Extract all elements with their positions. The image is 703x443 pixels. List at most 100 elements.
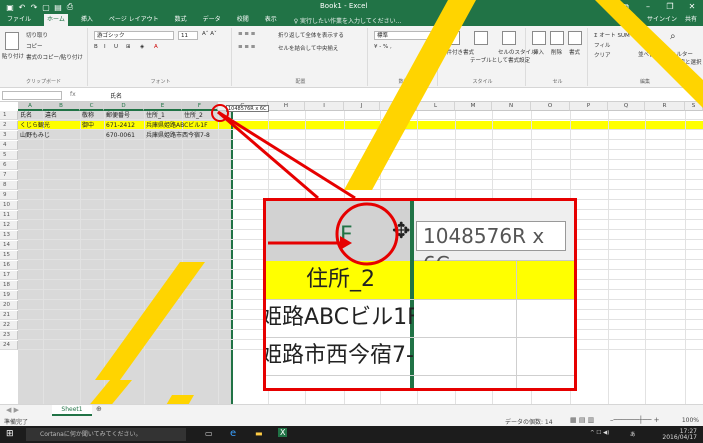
conditional-format-icon[interactable] [446, 31, 460, 45]
tray-clock[interactable]: 17:27 2016/04/17 [662, 429, 697, 441]
row-header[interactable]: 23 [0, 331, 18, 340]
borders-icon[interactable]: ⊞ [126, 44, 131, 50]
find-icon[interactable]: ⌕ [670, 31, 676, 42]
windows-start-icon[interactable]: ⊞ [6, 429, 14, 439]
clear-button[interactable]: クリア [594, 51, 611, 59]
column-header-b[interactable]: B [43, 102, 80, 111]
column-header-r[interactable]: R [645, 102, 685, 111]
column-header-q[interactable]: Q [608, 102, 645, 111]
format-table-button[interactable]: テーブルとして書式設定 [470, 56, 530, 64]
tab-insert[interactable]: 挿入 [78, 14, 96, 26]
conditional-format-button[interactable]: 条件付き書式 [441, 48, 474, 56]
row-header[interactable]: 2 [0, 121, 18, 130]
undo-icon[interactable]: ↶ [16, 3, 28, 12]
tab-page-layout[interactable]: ページ レイアウト [106, 14, 162, 26]
signin-link[interactable]: サインイン [647, 16, 677, 23]
cortana-search[interactable]: Cortanaに何か聞いてみてください。 [26, 428, 186, 441]
italic-icon[interactable]: I [104, 44, 106, 50]
row-header[interactable]: 12 [0, 221, 18, 230]
row-header[interactable]: 10 [0, 201, 18, 210]
tab-data[interactable]: データ [200, 14, 224, 26]
grow-font-icon[interactable]: A˄ A˅ [202, 31, 217, 37]
cell[interactable]: 氏名 [20, 111, 32, 120]
column-header-a[interactable]: A [18, 102, 43, 111]
excel-taskbar-icon[interactable]: X [278, 428, 288, 437]
ribbon-display-icon[interactable]: ⧉ [615, 0, 637, 14]
maximize-button[interactable]: ❐ [659, 0, 681, 14]
paste-icon[interactable] [5, 32, 19, 50]
tab-formulas[interactable]: 数式 [172, 14, 190, 26]
format-painter-button[interactable]: 書式のコピー/貼り付け [26, 53, 83, 61]
column-header-n[interactable]: N [492, 102, 531, 111]
cell[interactable]: 違名 [45, 111, 57, 120]
task-view-icon[interactable]: ▭ [205, 429, 213, 438]
row-header[interactable]: 22 [0, 321, 18, 330]
delete-cells-icon[interactable] [550, 31, 564, 45]
row-header[interactable]: 3 [0, 131, 18, 140]
tab-file[interactable]: ファイル [4, 14, 34, 26]
row-header[interactable]: 7 [0, 171, 18, 180]
align-top-icon[interactable]: ≡ ≡ ≡ [238, 31, 255, 37]
row-header[interactable]: 8 [0, 181, 18, 190]
align-left-icon[interactable]: ≡ ≡ ≡ [238, 44, 255, 50]
row-header[interactable]: 19 [0, 291, 18, 300]
minimize-button[interactable]: – [637, 0, 659, 14]
format-cells-icon[interactable] [568, 31, 582, 45]
cut-button[interactable]: 切り取り [26, 31, 48, 39]
formula-input[interactable]: 氏名 [110, 91, 122, 100]
row-header[interactable]: 14 [0, 241, 18, 250]
view-mode-icons[interactable]: ▦ ▤ ▥ [570, 416, 594, 424]
column-header-l[interactable]: L [417, 102, 455, 111]
row-header[interactable]: 21 [0, 311, 18, 320]
currency-icon[interactable]: ¥ - % , [374, 44, 392, 50]
row-header[interactable]: 24 [0, 341, 18, 350]
column-header-o[interactable]: O [531, 102, 570, 111]
row-header[interactable]: 13 [0, 231, 18, 240]
sheet-nav-icon[interactable]: ◀ ▶ [6, 406, 19, 414]
cell[interactable]: 兵庫県姫路ABCビル1F [146, 121, 208, 130]
column-header-m[interactable]: M [455, 102, 492, 111]
print-preview-icon[interactable]: ⎙ [64, 2, 76, 12]
cell[interactable]: 敬称 [82, 111, 94, 120]
ime-indicator[interactable]: あ [630, 430, 636, 438]
cell[interactable]: 住所_2 [184, 111, 203, 120]
column-header-i[interactable]: I [305, 102, 344, 111]
row-header[interactable]: 16 [0, 261, 18, 270]
zoom-level[interactable]: 100% [682, 417, 699, 424]
find-select-button[interactable]: 検索と選択 [674, 58, 702, 66]
column-header-e[interactable]: E [144, 102, 182, 111]
add-sheet-icon[interactable]: ⊕ [96, 405, 102, 413]
row-header[interactable]: 4 [0, 141, 18, 150]
bold-icon[interactable]: B [94, 44, 98, 50]
row-header[interactable]: 5 [0, 151, 18, 160]
insert-cells-icon[interactable] [532, 31, 546, 45]
row-header[interactable]: 17 [0, 271, 18, 280]
column-header-j[interactable]: J [344, 102, 380, 111]
format-table-icon[interactable] [474, 31, 488, 45]
close-button[interactable]: ✕ [681, 0, 703, 14]
font-name-select[interactable]: 游ゴシック [94, 31, 174, 40]
fill-button[interactable]: フィル [594, 41, 610, 49]
column-header-s[interactable]: S [685, 102, 703, 111]
fx-icon[interactable]: fx [70, 91, 76, 98]
row-header[interactable]: 1 [0, 111, 18, 120]
insert-button[interactable]: 挿入 [533, 48, 544, 56]
number-format-select[interactable]: 標準 [374, 31, 432, 40]
font-color-icon[interactable]: A [154, 44, 158, 50]
column-header-k[interactable]: K [380, 102, 417, 111]
zoom-slider[interactable]: –──────┼── + [610, 416, 660, 424]
cell-styles-icon[interactable] [502, 31, 516, 45]
sheet-tab[interactable]: Sheet1 [52, 405, 92, 416]
save-icon[interactable]: ▣ [4, 3, 16, 12]
share-button[interactable]: 共有 [685, 16, 697, 23]
tray-icons[interactable]: ^ ☐ ◀) [590, 430, 609, 436]
copy-button[interactable]: コピー [26, 42, 43, 50]
font-size-select[interactable]: 11 [178, 31, 198, 40]
open-icon[interactable]: ▤ [52, 3, 64, 12]
row-header[interactable]: 20 [0, 301, 18, 310]
row-header[interactable]: 15 [0, 251, 18, 260]
explorer-icon[interactable]: ▬ [255, 429, 263, 438]
redo-icon[interactable]: ↷ [28, 3, 40, 12]
column-header-h[interactable]: H [268, 102, 305, 111]
row-header[interactable]: 9 [0, 191, 18, 200]
